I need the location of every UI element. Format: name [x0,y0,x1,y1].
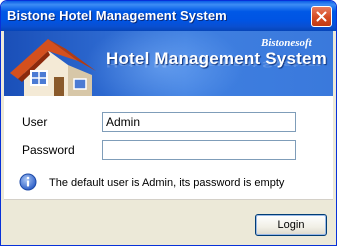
login-button[interactable]: Login [255,214,327,236]
banner-title-reflection: Hotel Management System [106,59,323,70]
user-label: User [22,115,48,129]
dialog-body: Bistonesoft Hotel Management System Hote… [4,31,333,245]
login-window: Bistone Hotel Management System Bistones… [0,0,337,246]
footer-bar: Login [4,199,333,245]
password-input[interactable] [102,140,296,160]
close-button[interactable] [311,6,332,27]
title-bar[interactable]: Bistone Hotel Management System [1,1,336,31]
password-label: Password [22,143,75,157]
info-message: The default user is Admin, its password … [49,177,285,189]
close-icon [316,11,327,22]
window-title: Bistone Hotel Management System [7,8,227,23]
brand-name: Bistonesoft [261,37,312,49]
info-icon [19,173,37,191]
banner: Bistonesoft Hotel Management System Hote… [4,31,333,96]
user-input[interactable] [102,112,296,132]
house-icon [10,39,96,96]
